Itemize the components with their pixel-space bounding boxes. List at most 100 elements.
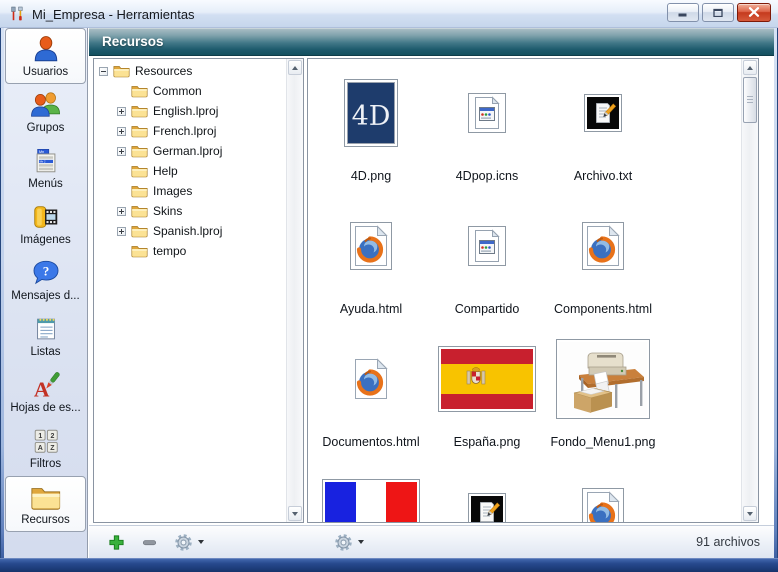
close-button[interactable] <box>737 3 771 22</box>
svg-text:4D: 4D <box>352 101 391 132</box>
expander-icon[interactable] <box>117 147 126 156</box>
minimize-button[interactable] <box>667 3 699 22</box>
tree-rows: Resources Common English.lproj French.lp… <box>95 61 285 261</box>
tree-item-help[interactable]: Help <box>95 161 285 181</box>
file-item-firefox-document[interactable] <box>545 460 661 523</box>
sidebar-item-label: Grupos <box>27 122 65 134</box>
expander-icon[interactable] <box>117 207 126 216</box>
sidebar-item-usuarios[interactable]: Usuarios <box>5 28 86 84</box>
tree-item-resources[interactable]: Resources <box>95 61 285 81</box>
scroll-thumb[interactable] <box>743 77 757 123</box>
tree-item-english-lproj[interactable]: English.lproj <box>95 101 285 121</box>
minus-icon <box>141 534 158 551</box>
expander-icon[interactable] <box>117 227 126 236</box>
file-item-components-html[interactable]: Components.html <box>545 194 661 327</box>
icon-border-box <box>468 226 506 266</box>
svg-text:?: ? <box>42 264 49 279</box>
client-area: Usuarios Grupos MnMn 2 Menús Imágenes ? … <box>4 28 774 558</box>
file-item-4d-png[interactable]: 4D 4D.png <box>313 61 429 194</box>
file-label: Components.html <box>535 302 671 316</box>
scroll-down-button[interactable] <box>288 506 302 521</box>
grid-actions-button[interactable] <box>331 531 367 554</box>
tree-item-skins[interactable]: Skins <box>95 201 285 221</box>
sidebar-item-mensajes[interactable]: ? Mensajes d... <box>4 252 87 308</box>
tree-item-tempo[interactable]: tempo <box>95 241 285 261</box>
stylesheet-icon: A <box>30 370 62 400</box>
file-item-text-document-black[interactable] <box>429 460 545 523</box>
firefox-document-icon <box>313 331 429 427</box>
main-panel: Recursos Resources Common English.lproj … <box>89 28 774 558</box>
win-maximize-icon <box>713 5 723 20</box>
users-icon <box>30 90 62 120</box>
logo-4d-icon: 4D <box>313 65 429 161</box>
tree-item-label: tempo <box>153 244 186 258</box>
grid-scrollbar[interactable] <box>741 59 758 522</box>
file-item-compartido[interactable]: Compartido <box>429 194 545 327</box>
sidebar-item-label: Filtros <box>30 458 61 470</box>
file-count: 91 archivos <box>696 535 760 549</box>
scroll-up-button[interactable] <box>743 60 757 75</box>
icon-border-box <box>582 222 624 270</box>
tree-item-common[interactable]: Common <box>95 81 285 101</box>
toolbar: 91 archivos <box>89 525 774 558</box>
remove-button[interactable] <box>138 532 161 553</box>
sidebar-item-imagenes[interactable]: Imágenes <box>4 196 87 252</box>
tree-actions-button[interactable] <box>171 531 207 554</box>
tree-item-german-lproj[interactable]: German.lproj <box>95 141 285 161</box>
film-roll-icon <box>30 202 62 232</box>
tree-item-label: English.lproj <box>153 104 218 118</box>
sidebar-item-listas[interactable]: Listas <box>4 308 87 364</box>
add-button[interactable] <box>105 532 128 553</box>
app-window: Mi_Empresa - Herramientas Usuarios Grupo… <box>0 0 778 572</box>
files-grid: 4D 4D.png 4Dpop.icns Archivo.txt Ayuda.h… <box>307 58 759 523</box>
tree-item-label: Common <box>153 84 202 98</box>
window-title: Mi_Empresa - Herramientas <box>32 7 195 22</box>
caret-down-icon <box>358 540 364 544</box>
sidebar-item-label: Menús <box>28 178 63 190</box>
caret-down-icon <box>198 540 204 544</box>
tree-scrollbar[interactable] <box>286 59 303 522</box>
icon-border-box <box>468 93 506 133</box>
icon-border-box <box>438 346 536 412</box>
menu-widget-icon: MnMn 2 <box>30 146 62 176</box>
file-item-espa-a-png[interactable]: España.png <box>429 327 545 460</box>
sidebar: Usuarios Grupos MnMn 2 Menús Imágenes ? … <box>4 28 88 558</box>
gear-icon <box>334 533 353 552</box>
app-document-icon <box>429 65 545 161</box>
file-item-flag-france[interactable] <box>313 460 429 523</box>
sidebar-item-filtros[interactable]: 12AZ Filtros <box>4 420 87 476</box>
tree-item-images[interactable]: Images <box>95 181 285 201</box>
maximize-button[interactable] <box>702 3 734 22</box>
sidebar-item-recursos[interactable]: Recursos <box>5 476 86 532</box>
folder-icon <box>131 224 148 238</box>
icon-border-box <box>556 339 650 419</box>
folder-icon <box>131 164 148 178</box>
expander-icon[interactable] <box>117 127 126 136</box>
resources-tree: Resources Common English.lproj French.lp… <box>93 58 304 523</box>
notepad-icon <box>30 314 62 344</box>
folder-icon <box>131 204 148 218</box>
sidebar-item-menus[interactable]: MnMn 2 Menús <box>4 140 87 196</box>
tree-item-french-lproj[interactable]: French.lproj <box>95 121 285 141</box>
panel-title: Recursos <box>102 34 164 49</box>
scroll-up-button[interactable] <box>288 60 302 75</box>
file-item-documentos-html[interactable]: Documentos.html <box>313 327 429 460</box>
svg-text:A: A <box>33 377 49 400</box>
file-item-4dpop-icns[interactable]: 4Dpop.icns <box>429 61 545 194</box>
expander-icon[interactable] <box>117 107 126 116</box>
file-item-fondo-menu1-png[interactable]: Fondo_Menu1.png <box>545 327 661 460</box>
firefox-document-icon <box>313 198 429 294</box>
file-item-archivo-txt[interactable]: Archivo.txt <box>545 61 661 194</box>
arrow-up-icon <box>747 66 753 70</box>
arrow-up-icon <box>292 66 298 70</box>
scroll-down-button[interactable] <box>743 506 757 521</box>
gear-icon <box>174 533 193 552</box>
sidebar-item-grupos[interactable]: Grupos <box>4 84 87 140</box>
win-minimize-icon <box>678 5 688 20</box>
tree-item-spanish-lproj[interactable]: Spanish.lproj <box>95 221 285 241</box>
sidebar-item-label: Hojas de es... <box>10 402 80 414</box>
plus-icon <box>108 534 125 551</box>
sidebar-item-hojas[interactable]: A Hojas de es... <box>4 364 87 420</box>
file-item-ayuda-html[interactable]: Ayuda.html <box>313 194 429 327</box>
expander-icon[interactable] <box>99 67 108 76</box>
